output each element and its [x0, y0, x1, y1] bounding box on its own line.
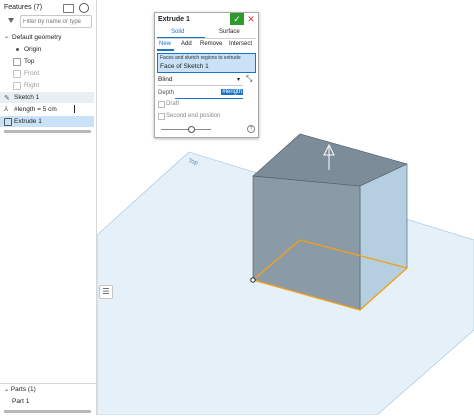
confirm-button[interactable]: ✓ — [230, 13, 244, 25]
list-view-icon[interactable]: ☰ — [99, 285, 113, 299]
parts-header-label: Parts (1) — [10, 386, 36, 393]
parts-header[interactable]: ⌄ Parts (1) — [4, 386, 36, 393]
depth-label: Depth — [158, 90, 175, 96]
faces-selection-box[interactable]: Faces and sketch regions to extrude Face… — [157, 53, 256, 73]
cancel-button[interactable]: ✕ — [246, 13, 256, 25]
tab-intersect[interactable]: Intersect — [229, 41, 252, 47]
feature-top-plane[interactable]: Top — [0, 56, 94, 67]
extrude-icon — [4, 118, 12, 126]
origin-icon — [16, 48, 19, 51]
depth-value: #length — [221, 89, 243, 95]
rollback-bar-icon[interactable] — [74, 105, 75, 113]
depth-input[interactable]: #length — [175, 89, 243, 99]
tab-remove[interactable]: Remove — [200, 41, 222, 47]
dialog-title: Extrude 1 — [158, 16, 190, 23]
feature-origin-label: Origin — [24, 46, 42, 53]
feature-right-plane[interactable]: Right — [0, 80, 94, 91]
history-icon[interactable] — [79, 3, 89, 13]
feature-top-label: Top — [24, 58, 35, 65]
configurations-icon[interactable] — [63, 4, 74, 13]
feature-variable-length[interactable]: ⅄ #length = 5 cm — [0, 104, 94, 115]
flip-direction-icon[interactable]: ⤡ — [246, 74, 252, 84]
plane-icon — [13, 70, 21, 78]
filter-icon — [8, 18, 14, 23]
default-geometry-folder[interactable]: ⌄ Default geometry — [0, 32, 94, 43]
feature-front-plane[interactable]: Front — [0, 68, 94, 79]
end-type-select[interactable]: Blind ▾ — [157, 75, 243, 86]
preview-slider-thumb[interactable] — [188, 126, 195, 133]
feature-front-label: Front — [24, 70, 40, 77]
feature-sketch-label: Sketch 1 — [14, 94, 40, 101]
second-end-checkbox[interactable] — [158, 113, 165, 120]
help-icon[interactable]: ? — [247, 125, 255, 133]
plane-icon — [13, 58, 21, 66]
feature-tree-title: Features (7) — [4, 4, 43, 11]
sketch-icon: ✎ — [4, 95, 10, 102]
extrude-dialog: Extrude 1 ✓ ✕ Solid Surface New Add Remo… — [154, 12, 259, 138]
feature-extrude-label: Extrude 1 — [14, 118, 42, 125]
rollback-bar[interactable] — [4, 130, 91, 133]
chevron-down-icon: ⌄ — [4, 34, 10, 40]
tab-add[interactable]: Add — [181, 41, 192, 47]
filter-input[interactable] — [20, 15, 92, 28]
tab-new[interactable]: New — [159, 41, 171, 47]
parts-divider — [0, 383, 96, 384]
mode-tab-divider — [157, 38, 256, 39]
draft-checkbox[interactable] — [158, 101, 165, 108]
origin-marker — [250, 277, 256, 283]
sidebar-bottom-scroll[interactable] — [4, 410, 91, 413]
second-end-label: Second end position — [166, 113, 221, 119]
feature-right-label: Right — [24, 82, 40, 89]
part-item[interactable]: Part 1 — [12, 398, 29, 405]
tab-solid[interactable]: Solid — [171, 29, 184, 35]
tab-surface[interactable]: Surface — [219, 29, 240, 35]
draft-label: Draft — [166, 101, 180, 107]
faces-value: Face of Sketch 1 — [160, 63, 209, 70]
chevron-down-icon: ⌄ — [4, 387, 10, 393]
plane-icon — [13, 82, 21, 90]
end-type-value: Blind — [158, 76, 173, 83]
op-tab-underline — [157, 49, 174, 51]
feature-tree-panel: Features (7) ⌄ Default geometry Origin T… — [0, 0, 97, 415]
feature-sketch-1[interactable]: ✎ Sketch 1 — [0, 92, 94, 103]
variable-icon: ⅄ — [4, 106, 9, 113]
default-geometry-label: Default geometry — [12, 34, 62, 41]
feature-origin[interactable]: Origin — [0, 44, 94, 55]
feature-variable-label: #length = 5 cm — [14, 106, 57, 113]
faces-label: Faces and sketch regions to extrude — [160, 55, 241, 61]
chevron-down-icon: ▾ — [237, 77, 241, 83]
preview-slider-track[interactable] — [161, 129, 211, 130]
feature-extrude-1[interactable]: Extrude 1 — [0, 116, 94, 127]
